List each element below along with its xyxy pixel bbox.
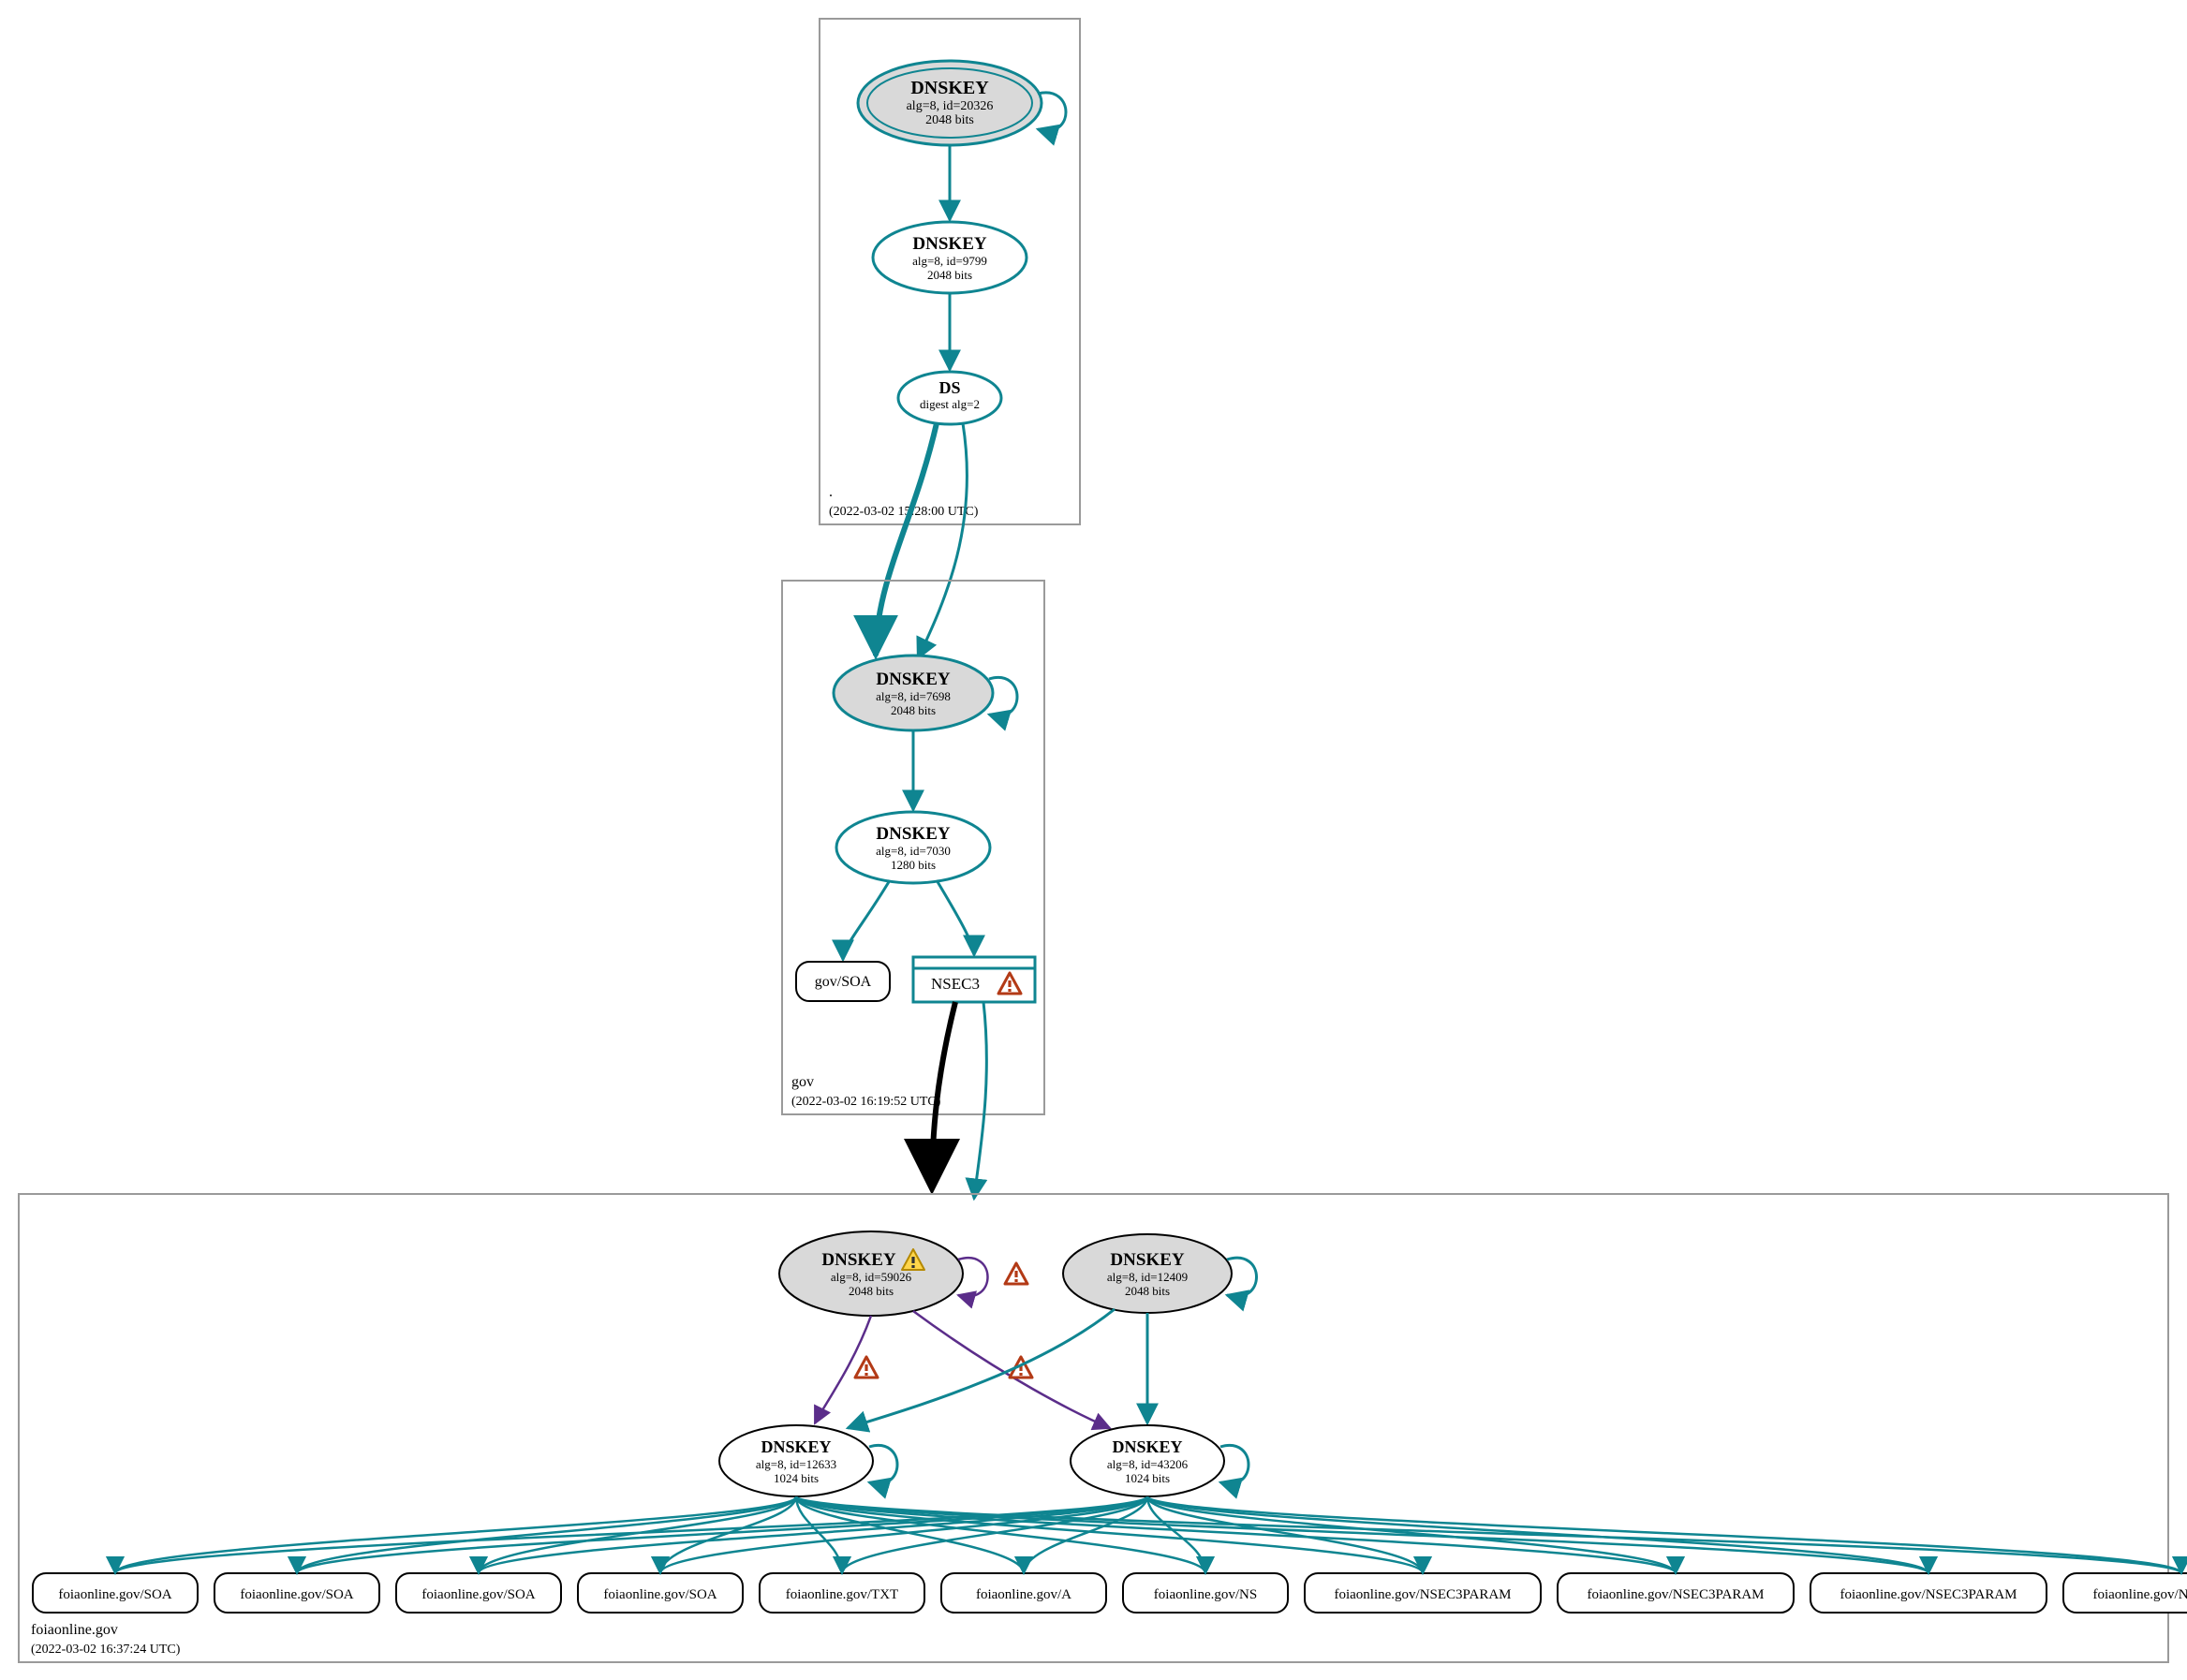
svg-text:digest alg=2: digest alg=2 [920, 397, 980, 411]
svg-text:(2022-03-02 16:19:52 UTC): (2022-03-02 16:19:52 UTC) [791, 1095, 941, 1109]
foia-dnskey-12409: DNSKEY alg=8, id=12409 2048 bits [1063, 1234, 1257, 1313]
svg-text:2048 bits: 2048 bits [849, 1284, 894, 1298]
root-ds: DS digest alg=2 [898, 372, 1001, 424]
svg-text:alg=8, id=20326: alg=8, id=20326 [907, 99, 994, 113]
edge [1147, 1496, 2181, 1573]
edge [660, 1496, 1147, 1573]
rrset-label: foiaonline.gov/NSEC3PARAM [1587, 1587, 1764, 1602]
svg-text:2048 bits: 2048 bits [1125, 1284, 1170, 1298]
svg-text:2048 bits: 2048 bits [925, 113, 974, 127]
svg-text:NSEC3: NSEC3 [931, 975, 980, 993]
svg-text:1024 bits: 1024 bits [1125, 1471, 1170, 1485]
rrset-label: foiaonline.gov/SOA [240, 1587, 353, 1602]
gov-dnskey-7698: DNSKEY alg=8, id=7698 2048 bits [834, 656, 1017, 730]
svg-text:alg=8, id=7030: alg=8, id=7030 [876, 844, 951, 858]
rrset-node: foiaonline.gov/A [941, 1573, 1106, 1613]
rrset-node: foiaonline.gov/NSEC3PARAM [1810, 1573, 2047, 1613]
rrset-label: foiaonline.gov/NSEC3PARAM [1334, 1587, 1511, 1602]
svg-text:alg=8, id=7698: alg=8, id=7698 [876, 689, 951, 703]
edge [796, 1496, 2181, 1573]
svg-text:1024 bits: 1024 bits [774, 1471, 819, 1485]
svg-text:alg=8, id=12633: alg=8, id=12633 [756, 1457, 836, 1471]
rrset-label: foiaonline.gov/NS [1154, 1587, 1257, 1602]
svg-text:2048 bits: 2048 bits [927, 268, 972, 282]
rrset-label: foiaonline.gov/SOA [58, 1587, 171, 1602]
svg-text:(2022-03-02 15:28:00 UTC): (2022-03-02 15:28:00 UTC) [829, 505, 979, 519]
svg-text:.: . [829, 484, 833, 500]
rrset-label: foiaonline.gov/A [976, 1587, 1071, 1602]
svg-text:(2022-03-02 16:37:24 UTC): (2022-03-02 16:37:24 UTC) [31, 1643, 181, 1657]
svg-text:gov/SOA: gov/SOA [815, 974, 872, 990]
svg-text:DNSKEY: DNSKEY [1110, 1250, 1184, 1270]
rrset-label: foiaonline.gov/SOA [421, 1587, 535, 1602]
svg-text:alg=8, id=43206: alg=8, id=43206 [1107, 1457, 1189, 1471]
edge [796, 1496, 1928, 1573]
rrset-node: foiaonline.gov/TXT [760, 1573, 924, 1613]
svg-text:foiaonline.gov: foiaonline.gov [31, 1622, 118, 1638]
svg-text:2048 bits: 2048 bits [891, 703, 936, 717]
svg-text:DNSKEY: DNSKEY [821, 1250, 895, 1270]
svg-text:DNSKEY: DNSKEY [876, 824, 950, 844]
svg-text:1280 bits: 1280 bits [891, 858, 936, 872]
gov-dnskey-7030: DNSKEY alg=8, id=7030 1280 bits [836, 812, 990, 883]
rrset-label: foiaonline.gov/SOA [603, 1587, 717, 1602]
zone-root: DNSKEY alg=8, id=20326 2048 bits DNSKEY … [820, 19, 1080, 524]
svg-text:gov: gov [791, 1074, 814, 1090]
rrset-node: foiaonline.gov/NSEC3PARAM [1558, 1573, 1794, 1613]
svg-text:DNSKEY: DNSKEY [912, 234, 986, 254]
rrset-node: foiaonline.gov/NSEC3PARAM [1305, 1573, 1541, 1613]
rrset-node: foiaonline.gov/NSEC3PARAM [2063, 1573, 2187, 1613]
rrset-node: foiaonline.gov/NS [1123, 1573, 1288, 1613]
foia-dnskey-43206: DNSKEY alg=8, id=43206 1024 bits [1071, 1425, 1249, 1496]
foia-dnskey-12633: DNSKEY alg=8, id=12633 1024 bits [719, 1425, 897, 1496]
svg-text:DNSKEY: DNSKEY [876, 670, 950, 689]
svg-text:alg=8, id=59026: alg=8, id=59026 [831, 1270, 912, 1284]
foia-dnskey-59026: DNSKEY alg=8, id=59026 2048 bits [779, 1231, 1027, 1316]
rrset-label: foiaonline.gov/NSEC3PARAM [2092, 1587, 2187, 1602]
rrset-label: foiaonline.gov/TXT [786, 1587, 898, 1602]
rrset-node: foiaonline.gov/SOA [33, 1573, 198, 1613]
rrset-node: foiaonline.gov/SOA [396, 1573, 561, 1613]
warning-icon [1005, 1263, 1027, 1284]
svg-text:DS: DS [938, 378, 960, 397]
warning-icon [855, 1357, 878, 1378]
svg-text:alg=8, id=12409: alg=8, id=12409 [1107, 1270, 1188, 1284]
rrset-node: foiaonline.gov/SOA [578, 1573, 743, 1613]
rrset-node: foiaonline.gov/SOA [214, 1573, 379, 1613]
root-dnskey-20326: DNSKEY alg=8, id=20326 2048 bits [858, 61, 1066, 145]
gov-soa: gov/SOA [796, 962, 890, 1001]
svg-text:DNSKEY: DNSKEY [761, 1437, 831, 1456]
svg-text:DNSKEY: DNSKEY [910, 78, 989, 98]
gov-nsec3: NSEC3 [913, 957, 1035, 1002]
zone-gov: DNSKEY alg=8, id=7698 2048 bits DNSKEY a… [782, 581, 1044, 1114]
rrset-label: foiaonline.gov/NSEC3PARAM [1840, 1587, 2017, 1602]
zone-foiaonline: DNSKEY alg=8, id=59026 2048 bits DNSKEY … [19, 1194, 2187, 1662]
svg-text:alg=8, id=9799: alg=8, id=9799 [912, 254, 987, 268]
root-dnskey-9799: DNSKEY alg=8, id=9799 2048 bits [873, 222, 1027, 293]
svg-text:DNSKEY: DNSKEY [1112, 1437, 1182, 1456]
